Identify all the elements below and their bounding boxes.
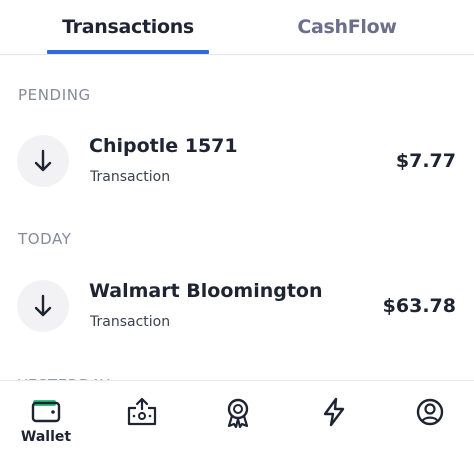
tab-cashflow[interactable]: CashFlow	[268, 0, 426, 54]
nav-rewards[interactable]	[208, 397, 268, 453]
transaction-amount: $63.78	[382, 295, 456, 317]
transaction-amount: $7.77	[395, 150, 456, 172]
transaction-type: Transaction	[90, 169, 171, 185]
arrow-down-icon	[17, 135, 69, 187]
tab-bar: Transactions CashFlow	[0, 0, 474, 55]
section-header-today: TODAY	[18, 230, 72, 248]
tab-transactions[interactable]: Transactions	[47, 0, 209, 54]
wallet-screen: Transactions CashFlow PENDING Chipotle 1…	[0, 0, 474, 465]
rewards-badge-icon	[227, 398, 249, 429]
transaction-name: Walmart Bloomington	[89, 280, 323, 302]
transaction-type: Transaction	[90, 314, 171, 330]
lightning-icon	[323, 397, 345, 427]
nav-label-wallet: Wallet	[20, 429, 72, 445]
active-tab-indicator	[47, 50, 209, 54]
section-header-pending: PENDING	[18, 86, 91, 104]
nav-boost[interactable]	[304, 397, 364, 453]
arrow-down-icon	[17, 280, 69, 332]
nav-send-money[interactable]	[112, 397, 172, 453]
send-money-icon	[127, 397, 157, 426]
transaction-row[interactable]: Chipotle 1571 Transaction $7.77	[0, 135, 474, 215]
nav-profile[interactable]	[400, 397, 460, 453]
wallet-icon	[31, 400, 61, 423]
transaction-name: Chipotle 1571	[89, 135, 238, 157]
nav-wallet[interactable]: Wallet	[16, 397, 76, 453]
profile-icon	[416, 398, 444, 426]
bottom-navigation: Wallet	[0, 380, 474, 465]
transaction-row[interactable]: Walmart Bloomington Transaction $63.78	[0, 280, 474, 360]
